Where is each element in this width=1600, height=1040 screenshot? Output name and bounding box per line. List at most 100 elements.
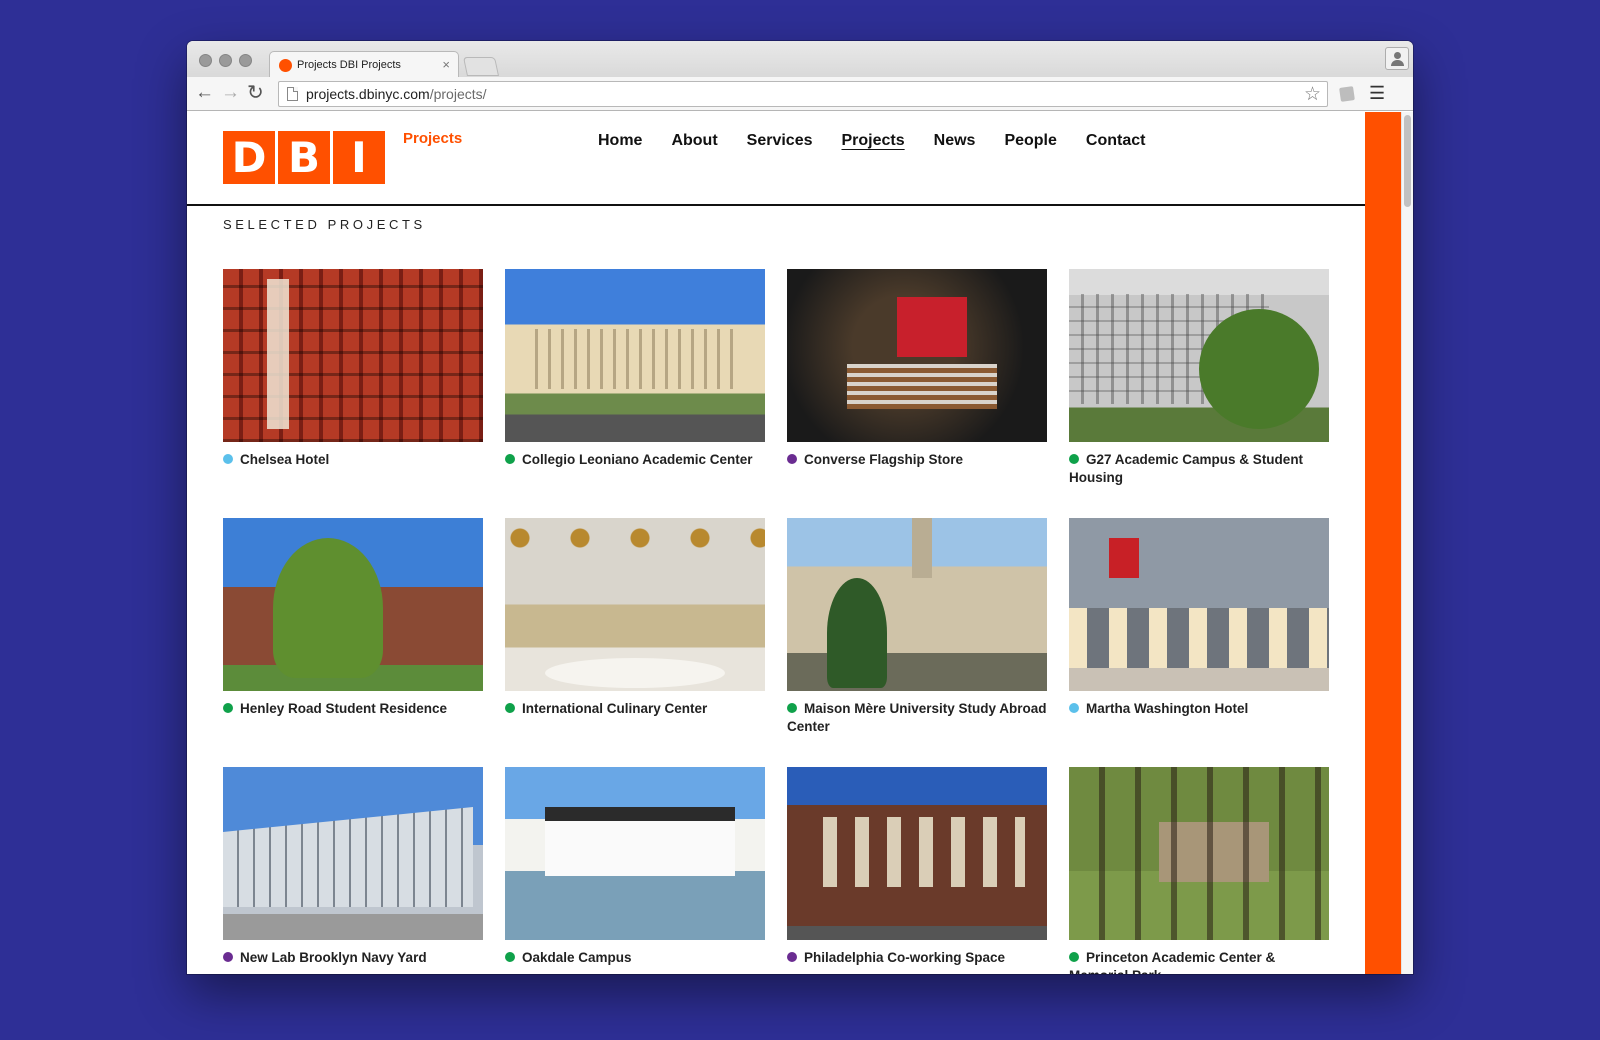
project-card[interactable]: New Lab Brooklyn Navy Yard [223, 767, 483, 967]
project-caption[interactable]: International Culinary Center [505, 700, 765, 718]
dbi-logo[interactable]: D B I [223, 131, 385, 184]
project-card[interactable]: Philadelphia Co-working Space [787, 767, 1047, 967]
project-thumbnail[interactable] [1069, 518, 1329, 691]
logo-letter-b: B [278, 131, 330, 184]
project-caption[interactable]: Chelsea Hotel [223, 451, 483, 469]
project-name: Henley Road Student Residence [240, 701, 448, 716]
address-bar[interactable]: projects.dbinyc.com/projects/ ☆ [278, 81, 1328, 107]
project-thumbnail[interactable] [787, 518, 1047, 691]
project-caption[interactable]: New Lab Brooklyn Navy Yard [223, 949, 483, 967]
project-caption[interactable]: Collegio Leoniano Academic Center [505, 451, 765, 469]
category-dot-icon [505, 952, 515, 962]
zoom-window-button[interactable] [239, 54, 252, 67]
project-name: Converse Flagship Store [804, 452, 964, 467]
extension-icon[interactable] [1339, 86, 1355, 102]
browser-tab[interactable]: Projects DBI Projects × [269, 51, 459, 78]
project-thumbnail[interactable] [1069, 269, 1329, 442]
project-name: Maison Mère University Study Abroad Cent… [787, 701, 1047, 734]
project-name: New Lab Brooklyn Navy Yard [240, 950, 427, 965]
category-dot-icon [1069, 703, 1079, 713]
project-thumbnail[interactable] [505, 518, 765, 691]
project-name: Collegio Leoniano Academic Center [522, 452, 753, 467]
category-dot-icon [505, 703, 515, 713]
url-text[interactable]: projects.dbinyc.com/projects/ [306, 86, 487, 102]
project-name: Princeton Academic Center & Memorial Par… [1069, 950, 1276, 974]
project-name: Martha Washington Hotel [1086, 701, 1249, 716]
project-name: G27 Academic Campus & Student Housing [1069, 452, 1304, 485]
section-label: Projects [403, 130, 463, 147]
category-dot-icon [787, 952, 797, 962]
category-dot-icon [223, 703, 233, 713]
project-thumbnail[interactable] [223, 767, 483, 940]
url-domain: projects.dbinyc.com [306, 86, 430, 102]
header-divider [187, 204, 1365, 206]
person-icon-body [1391, 60, 1404, 66]
category-dot-icon [505, 454, 515, 464]
project-thumbnail[interactable] [505, 269, 765, 442]
url-path: /projects/ [429, 86, 487, 102]
project-name: Philadelphia Co-working Space [804, 950, 1006, 965]
browser-window: Projects DBI Projects × ← → ↻ projects.d… [187, 41, 1413, 974]
page-viewport: D B I Projects Home About Services Proje… [187, 112, 1413, 974]
tab-title: Projects DBI Projects [297, 59, 401, 71]
tab-strip: Projects DBI Projects × [187, 41, 1413, 78]
category-dot-icon [223, 454, 233, 464]
reload-icon[interactable]: ↻ [247, 82, 264, 104]
project-caption[interactable]: Henley Road Student Residence [223, 700, 483, 718]
project-thumbnail[interactable] [1069, 767, 1329, 940]
project-name: Chelsea Hotel [240, 452, 330, 467]
project-caption[interactable]: Maison Mère University Study Abroad Cent… [787, 700, 1047, 736]
browser-toolbar: ← → ↻ projects.dbinyc.com/projects/ ☆ ☰ [187, 77, 1413, 111]
category-dot-icon [1069, 454, 1079, 464]
project-caption[interactable]: G27 Academic Campus & Student Housing [1069, 451, 1329, 487]
selected-projects-heading: SELECTED PROJECTS [223, 217, 426, 232]
back-arrow-icon[interactable]: ← [195, 82, 214, 104]
hamburger-menu-icon[interactable]: ☰ [1369, 83, 1385, 104]
project-thumbnail[interactable] [223, 269, 483, 442]
project-thumbnail[interactable] [505, 767, 765, 940]
project-card[interactable]: Chelsea Hotel [223, 269, 483, 469]
project-caption[interactable]: Princeton Academic Center & Memorial Par… [1069, 949, 1329, 974]
category-dot-icon [223, 952, 233, 962]
project-caption[interactable]: Converse Flagship Store [787, 451, 1047, 469]
person-icon [1394, 52, 1401, 59]
new-tab-button[interactable] [462, 57, 500, 76]
bookmark-star-icon[interactable]: ☆ [1304, 83, 1321, 106]
project-caption[interactable]: Martha Washington Hotel [1069, 700, 1329, 718]
nav-projects[interactable]: Projects [842, 132, 905, 150]
page-icon [287, 87, 298, 101]
project-caption[interactable]: Philadelphia Co-working Space [787, 949, 1047, 967]
nav-services[interactable]: Services [747, 132, 813, 150]
scrollbar[interactable] [1401, 112, 1413, 974]
project-card[interactable]: Collegio Leoniano Academic Center [505, 269, 765, 469]
project-card[interactable]: Henley Road Student Residence [223, 518, 483, 718]
tab-close-icon[interactable]: × [442, 57, 450, 72]
project-card[interactable]: Oakdale Campus [505, 767, 765, 967]
project-name: Oakdale Campus [522, 950, 632, 965]
category-dot-icon [787, 703, 797, 713]
accent-bar [1365, 112, 1401, 974]
nav-home[interactable]: Home [598, 132, 642, 150]
project-card[interactable]: G27 Academic Campus & Student Housing [1069, 269, 1329, 487]
nav-contact[interactable]: Contact [1086, 132, 1146, 150]
project-thumbnail[interactable] [223, 518, 483, 691]
project-thumbnail[interactable] [787, 269, 1047, 442]
project-card[interactable]: Maison Mère University Study Abroad Cent… [787, 518, 1047, 736]
profile-button[interactable] [1385, 47, 1409, 70]
favicon-icon [279, 59, 292, 72]
nav-people[interactable]: People [1004, 132, 1056, 150]
main-nav: Home About Services Projects News People… [598, 132, 1145, 150]
forward-arrow-icon[interactable]: → [221, 82, 240, 104]
project-card[interactable]: Princeton Academic Center & Memorial Par… [1069, 767, 1329, 974]
nav-news[interactable]: News [934, 132, 976, 150]
scrollbar-thumb[interactable] [1404, 115, 1411, 207]
minimize-window-button[interactable] [219, 54, 232, 67]
project-card[interactable]: Converse Flagship Store [787, 269, 1047, 469]
category-dot-icon [787, 454, 797, 464]
project-card[interactable]: Martha Washington Hotel [1069, 518, 1329, 718]
close-window-button[interactable] [199, 54, 212, 67]
project-thumbnail[interactable] [787, 767, 1047, 940]
nav-about[interactable]: About [671, 132, 717, 150]
project-caption[interactable]: Oakdale Campus [505, 949, 765, 967]
project-card[interactable]: International Culinary Center [505, 518, 765, 718]
